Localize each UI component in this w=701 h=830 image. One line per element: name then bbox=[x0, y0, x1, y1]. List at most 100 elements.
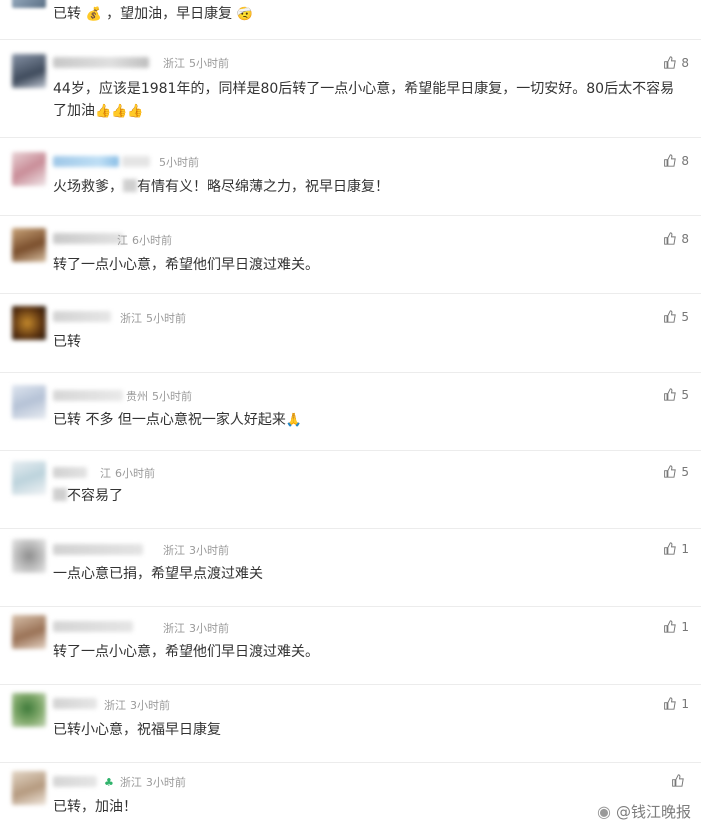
username[interactable] bbox=[53, 233, 123, 244]
comment-item: 浙江 3小时前 已转小心意，祝福早日康复 1 bbox=[0, 685, 701, 762]
comment-text-part: 转了一点小心意，希望他们早日渡过难关。 bbox=[53, 257, 319, 273]
like-count: 5 bbox=[681, 465, 689, 479]
username[interactable] bbox=[53, 621, 133, 632]
thumbs-up-icon bbox=[664, 388, 677, 401]
comment-meta: 浙江 3小时前 bbox=[163, 542, 229, 558]
comment-content: 已转小心意，祝福早日康复 bbox=[53, 719, 221, 741]
username[interactable] bbox=[53, 544, 143, 555]
comment-location: 浙江 bbox=[120, 312, 142, 325]
comment-time: 3小时前 bbox=[145, 776, 186, 789]
comment-content: 转了一点小心意，希望他们早日渡过难关。 bbox=[53, 254, 319, 276]
like-count: 1 bbox=[681, 542, 689, 556]
username[interactable] bbox=[53, 698, 97, 709]
comment-item: 浙江 3小时前 转了一点小心意，希望他们早日渡过难关。 1 bbox=[0, 607, 701, 684]
like-button[interactable]: 1 bbox=[663, 620, 689, 634]
comment-meta: 浙江 5小时前 bbox=[120, 310, 186, 326]
like-button[interactable]: 8 bbox=[663, 154, 689, 168]
comment-item: 江 6小时前 转了一点小心意，希望他们早日渡过难关。 8 bbox=[0, 216, 701, 293]
comment-item: 浙江 3小时前 一点心意已捐，希望早点渡过难关 1 bbox=[0, 529, 701, 606]
avatar[interactable] bbox=[12, 615, 46, 649]
avatar[interactable] bbox=[12, 54, 46, 88]
avatar[interactable] bbox=[12, 385, 46, 419]
comment-item: 江 6小时前 不容易了 5 bbox=[0, 451, 701, 528]
thumbs-up-icon bbox=[664, 232, 677, 245]
comment-meta: 江 6小时前 bbox=[100, 465, 155, 481]
comment-content: 已转 bbox=[53, 331, 81, 353]
avatar[interactable] bbox=[12, 228, 46, 262]
avatar[interactable] bbox=[12, 0, 46, 8]
comment-text-part: ，望加油，早日康复 bbox=[106, 6, 233, 22]
like-count: 1 bbox=[681, 620, 689, 634]
like-button[interactable]: 8 bbox=[663, 232, 689, 246]
comment-time: 6小时前 bbox=[132, 234, 172, 247]
like-button[interactable]: 5 bbox=[663, 388, 689, 402]
vip-badge-icon: ♣ bbox=[104, 776, 114, 789]
thumbs-up-emoji-icon: 👍👍👍 bbox=[95, 104, 144, 119]
username[interactable] bbox=[53, 390, 123, 401]
comment-location: 贵州 bbox=[126, 390, 148, 403]
comment-text-part: 已转 不多 但一点心意祝一家人好起来 bbox=[53, 412, 286, 428]
like-button[interactable]: 1 bbox=[663, 542, 689, 556]
username[interactable] bbox=[53, 776, 97, 787]
comment-time: 3小时前 bbox=[189, 544, 229, 557]
avatar[interactable] bbox=[12, 539, 46, 573]
avatar[interactable] bbox=[12, 771, 46, 805]
money-bag-emoji-icon: 💰 bbox=[85, 7, 102, 22]
redacted-text bbox=[123, 179, 137, 192]
like-count: 1 bbox=[681, 697, 689, 711]
username[interactable] bbox=[53, 156, 119, 167]
avatar[interactable] bbox=[12, 306, 46, 340]
comment-text-part: 已转 bbox=[53, 6, 81, 22]
watermark-text: @钱江晚报 bbox=[615, 803, 691, 821]
comment-text-part: 已捐，希望早点渡过难关 bbox=[109, 566, 263, 582]
like-button[interactable]: 8 bbox=[663, 56, 689, 70]
redacted-text bbox=[53, 488, 67, 501]
comment-text-part: 火场救爹， bbox=[53, 179, 123, 195]
comment-text-part: 已转 bbox=[53, 334, 81, 350]
thumbs-up-icon bbox=[664, 154, 677, 167]
comment-location: 江 bbox=[100, 467, 111, 480]
comment-text-part: 转了一点小心意，希望他们早日渡过难关。 bbox=[53, 644, 319, 660]
comment-content: 火场救爹， 有情有义！略尽绵薄之力，祝早日康复！ bbox=[53, 176, 389, 198]
comment-content: 已转 💰 ，望加油，早日康复 🤕 bbox=[53, 3, 253, 23]
username-suffix bbox=[122, 156, 150, 167]
folded-hands-emoji-icon: 🙏 bbox=[285, 413, 303, 428]
comment-time: 5小时前 bbox=[159, 156, 199, 169]
comment-text-part: 已转，加油！ bbox=[53, 799, 137, 815]
comment-content: 已转，加油！ bbox=[53, 796, 137, 818]
avatar[interactable] bbox=[12, 693, 46, 727]
username[interactable] bbox=[53, 311, 111, 322]
comment-meta: 浙江 3小时前 bbox=[163, 620, 229, 636]
weibo-logo-icon: ◉ bbox=[597, 802, 611, 821]
like-button[interactable] bbox=[671, 774, 689, 788]
like-count: 8 bbox=[681, 56, 689, 70]
thumbs-up-icon bbox=[664, 56, 677, 69]
hospital-face-emoji-icon: 🤕 bbox=[236, 7, 253, 22]
comment-location: 江 bbox=[117, 234, 128, 247]
comment-content: 不容易了 bbox=[53, 485, 123, 507]
like-button[interactable]: 1 bbox=[663, 697, 689, 711]
comment-content: 转了一点小心意，希望他们早日渡过难关。 bbox=[53, 641, 319, 663]
thumbs-up-icon bbox=[664, 542, 677, 555]
comment-text-part: 已转 bbox=[53, 722, 81, 738]
comment-item: 浙江 5小时前 已转 5 bbox=[0, 294, 701, 372]
thumbs-up-icon bbox=[672, 774, 684, 787]
comment-meta: 江 6小时前 bbox=[117, 232, 172, 248]
username[interactable] bbox=[53, 467, 87, 478]
comment-time: 5小时前 bbox=[189, 57, 229, 70]
comment-content: 一点心意已捐，希望早点渡过难关 bbox=[53, 563, 263, 585]
like-button[interactable]: 5 bbox=[663, 465, 689, 479]
comment-text-part: 44岁，应该是1981年的，同样是80后转了一点小心意，希望能早日康复，一切安好… bbox=[53, 81, 675, 119]
comment-item: 5小时前 火场救爹， 有情有义！略尽绵薄之力，祝早日康复！ 8 bbox=[0, 138, 701, 215]
comment-meta: 浙江 5小时前 bbox=[163, 55, 229, 71]
username[interactable] bbox=[53, 57, 149, 68]
like-count: 5 bbox=[681, 388, 689, 402]
avatar[interactable] bbox=[12, 461, 46, 495]
comment-content: 44岁，应该是1981年的，同样是80后转了一点小心意，希望能早日康复，一切安好… bbox=[53, 78, 683, 123]
like-button[interactable]: 5 bbox=[663, 310, 689, 324]
avatar[interactable] bbox=[12, 152, 46, 186]
thumbs-up-icon bbox=[664, 310, 677, 323]
comment-location: 浙江 bbox=[104, 699, 126, 712]
comment-item: ♣ 浙江 3小时前 已转，加油！ bbox=[0, 763, 701, 830]
comment-time: 5小时前 bbox=[146, 312, 186, 325]
